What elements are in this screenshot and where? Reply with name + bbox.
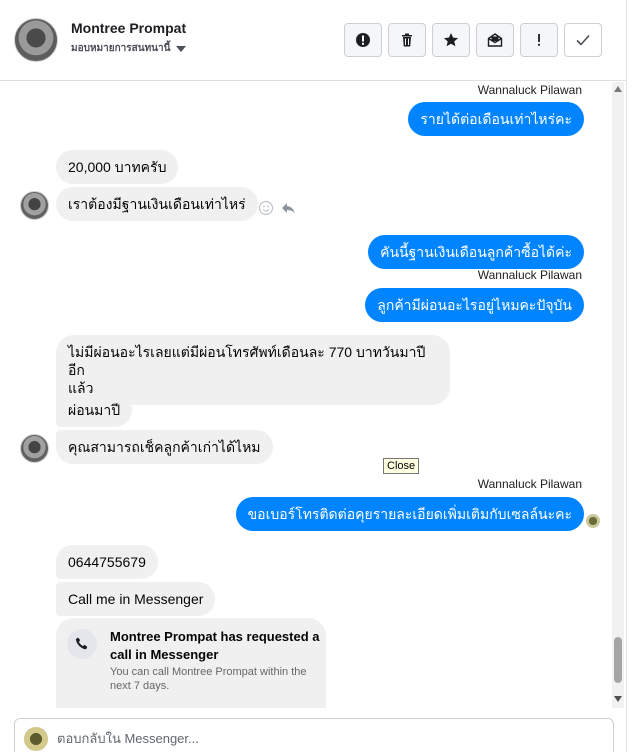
delete-button[interactable] xyxy=(388,23,426,57)
outgoing-message[interactable]: ลูกค้ามีผ่อนอะไรอยู่ไหมคะปัจุบัน xyxy=(365,288,584,322)
mark-unread-button[interactable] xyxy=(476,23,514,57)
incoming-message[interactable]: ผ่อนมาปี xyxy=(56,393,133,427)
scroll-up-arrow-icon[interactable] xyxy=(614,86,622,92)
thread-scrollbar[interactable] xyxy=(612,82,624,708)
reply-composer xyxy=(14,718,614,752)
important-button[interactable] xyxy=(520,23,558,57)
close-tooltip: Close xyxy=(383,458,420,474)
outgoing-message[interactable]: คันนี้ฐานเงินเดือนลูกค้าซื้อได้ค่ะ xyxy=(368,235,584,269)
outgoing-message[interactable]: ขอเบอร์โทรติดต่อคุยรายละเอียดเพิ่มเติมกั… xyxy=(235,497,584,531)
reply-input[interactable] xyxy=(57,731,597,746)
incoming-message[interactable]: 20,000 บาทครับ xyxy=(56,150,179,184)
seen-avatar-icon xyxy=(586,514,600,528)
reply-icon[interactable] xyxy=(280,200,296,216)
contact-avatar[interactable] xyxy=(14,18,58,62)
exclamation-icon xyxy=(538,34,540,46)
contact-avatar-small[interactable] xyxy=(20,191,49,220)
alert-circle-icon xyxy=(356,33,370,47)
sender-name: Wannaluck Pilawan xyxy=(477,477,582,491)
call-request-card[interactable]: Montree Prompat has requested a call in … xyxy=(56,618,326,708)
assign-label: มอบหมายการสนทนานี้ xyxy=(71,43,171,54)
page-avatar xyxy=(24,727,48,751)
scrollbar-thumb[interactable] xyxy=(614,637,622,683)
incoming-message[interactable]: 0644755679 xyxy=(56,545,158,579)
incoming-message[interactable]: คุณสามารถเช็คลูกค้าเก่าได้ไหม xyxy=(56,430,273,464)
incoming-message[interactable]: Call me in Messenger xyxy=(56,582,216,616)
star-button[interactable] xyxy=(432,23,470,57)
trash-icon xyxy=(402,33,412,47)
message-actions xyxy=(258,200,296,216)
star-icon xyxy=(443,33,459,47)
panel-edge xyxy=(626,0,632,752)
outgoing-message[interactable]: รายได้ต่อเดือนเท่าไหร่คะ xyxy=(408,102,584,136)
contact-name[interactable]: Montree Prompat xyxy=(71,20,186,36)
conversation-header: Montree Prompat มอบหมายการสนทนานี้ xyxy=(0,0,632,81)
message-line: ไม่มีผ่อนอะไรเลยแต่มีผ่อนโทรศัพท์เดือนละ… xyxy=(68,344,426,378)
mark-done-button[interactable] xyxy=(564,23,602,57)
assign-conversation-dropdown[interactable]: มอบหมายการสนทนานี้ xyxy=(71,41,187,56)
phone-glyph xyxy=(75,637,88,650)
call-request-title: Montree Prompat has requested a call in … xyxy=(110,629,320,662)
action-toolbar xyxy=(344,23,602,57)
incoming-message[interactable]: เราต้องมีฐานเงินเดือนเท่าไหร่ xyxy=(56,187,258,221)
mail-icon xyxy=(487,33,503,47)
sender-name: Wannaluck Pilawan xyxy=(477,83,582,97)
phone-icon xyxy=(67,629,97,659)
scroll-down-arrow-icon[interactable] xyxy=(614,696,622,702)
mark-spam-button[interactable] xyxy=(344,23,382,57)
check-icon xyxy=(576,34,590,46)
sender-name: Wannaluck Pilawan xyxy=(477,268,582,282)
smiley-icon[interactable] xyxy=(258,200,274,216)
contact-avatar-small[interactable] xyxy=(20,434,49,463)
chevron-down-icon xyxy=(176,45,187,52)
call-request-subtitle: You can call Montree Prompat within the … xyxy=(110,666,307,692)
